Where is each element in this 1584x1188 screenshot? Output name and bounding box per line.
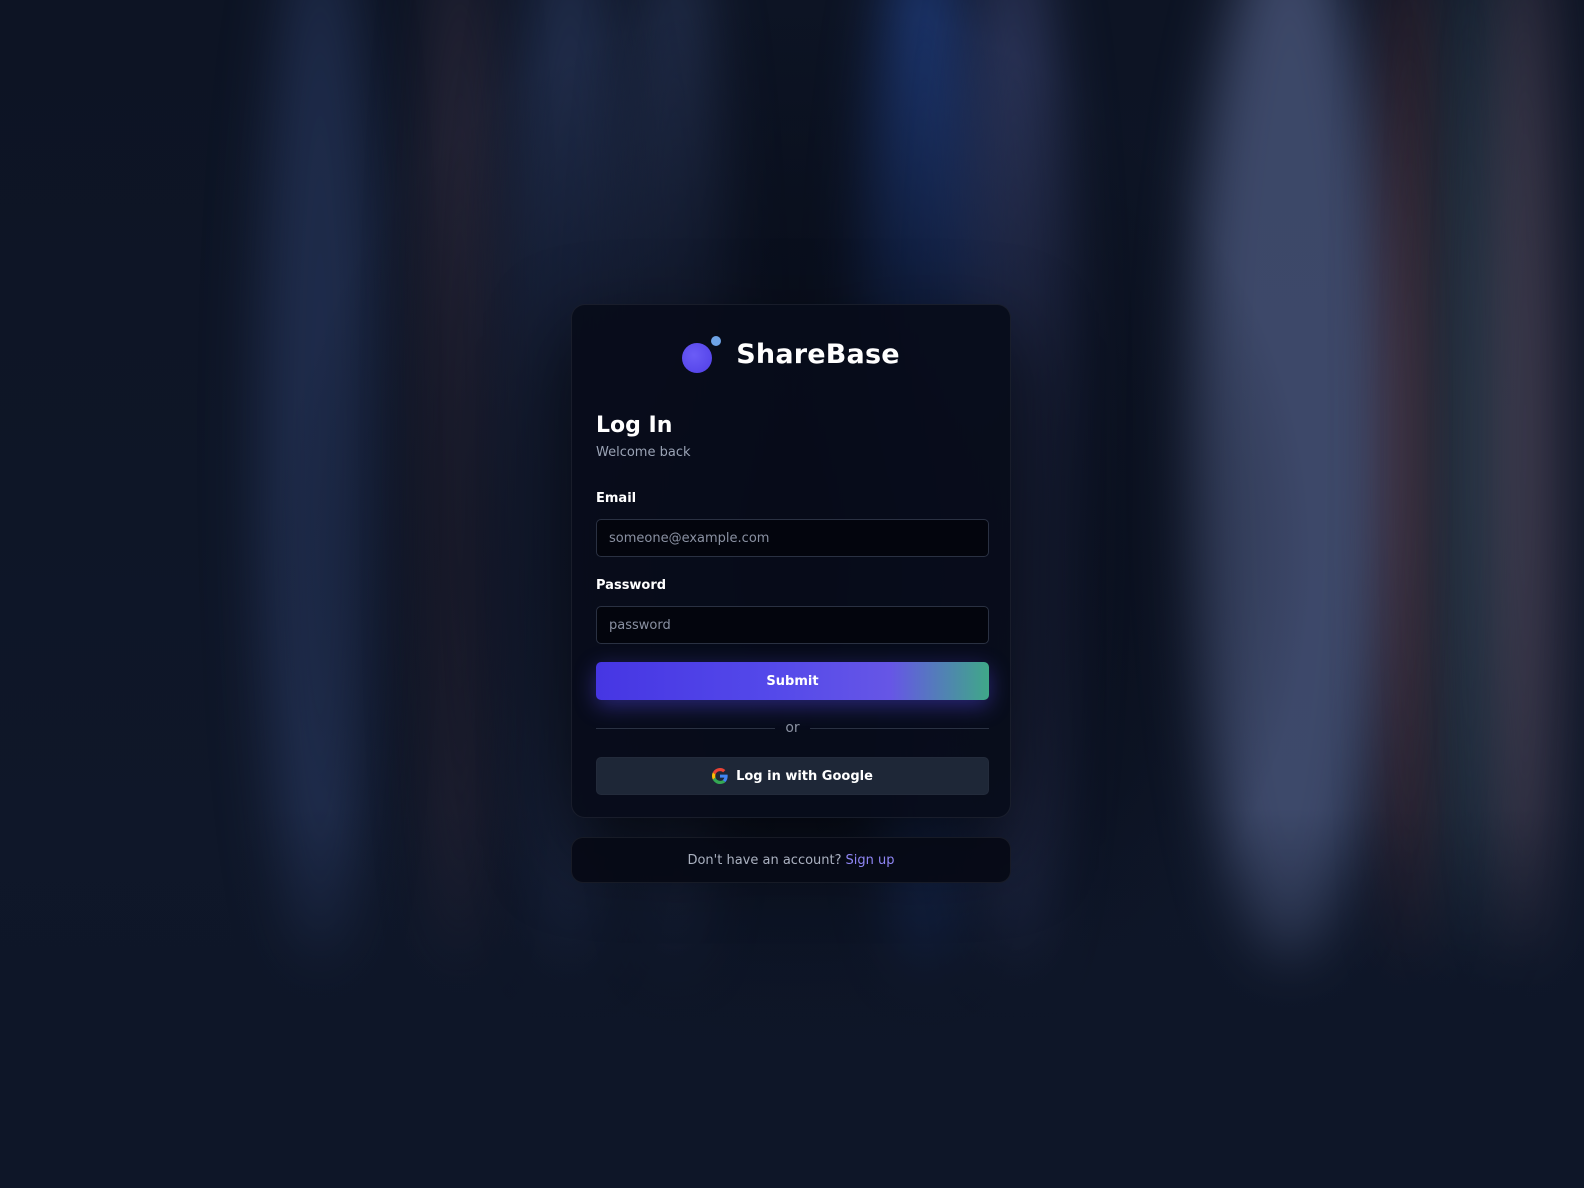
page-title: Log In <box>596 413 673 438</box>
email-input[interactable] <box>596 519 989 557</box>
submit-button[interactable]: Submit <box>596 662 989 700</box>
logo-small-dot <box>711 336 722 346</box>
signup-prompt: Don't have an account? <box>687 852 842 868</box>
brand-name: ShareBase <box>736 338 900 370</box>
password-input[interactable] <box>596 606 989 644</box>
signup-card: Don't have an account? Sign up <box>571 837 1011 883</box>
password-label: Password <box>596 578 667 593</box>
google-icon <box>712 768 728 784</box>
google-login-button[interactable]: Log in with Google <box>596 757 989 795</box>
email-label: Email <box>596 491 637 506</box>
signup-link[interactable]: Sign up <box>846 853 895 868</box>
or-divider: or <box>596 717 990 739</box>
divider-line <box>596 727 776 729</box>
google-login-label: Log in with Google <box>736 768 873 784</box>
brand-header: ShareBase <box>572 329 1010 379</box>
logo-large-circle <box>682 343 713 373</box>
login-card: ShareBase Log In Welcome back Email Pass… <box>571 304 1011 818</box>
circle-logo-icon <box>682 331 728 377</box>
divider-text: or <box>785 720 800 736</box>
divider-line <box>809 727 990 729</box>
page-subtitle: Welcome back <box>596 445 691 460</box>
